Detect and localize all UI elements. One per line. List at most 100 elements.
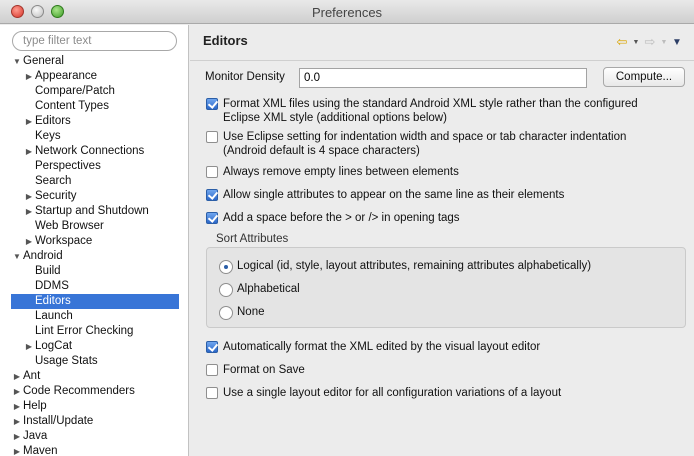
tree-item[interactable]: ▶ Network Connections [11,144,179,159]
preferences-sidebar: ▼General▶AppearanceCompare/PatchContent … [0,25,189,456]
forward-arrow-icon[interactable]: ⇨ [642,34,658,50]
compute-button[interactable]: Compute... [603,67,685,87]
tree-item[interactable]: ▶ Code Recommenders [11,384,179,399]
tree-item[interactable]: Launch [11,309,179,324]
option-label: Always remove empty lines between elemen… [223,166,459,178]
view-menu-icon[interactable]: ▼ [670,37,684,48]
forward-history-caret-icon[interactable]: ▼ [660,39,668,46]
tree-item[interactable]: ▶ LogCat [11,339,179,354]
tree-item[interactable]: ▶ Editors [11,114,179,129]
checkbox[interactable] [206,212,218,224]
tree-item-label: General [23,55,64,67]
filter-input[interactable] [12,31,177,51]
checkbox[interactable] [206,98,218,110]
checkbox[interactable] [206,131,218,143]
monitor-density-input[interactable] [299,68,587,88]
collapsed-arrow-icon[interactable]: ▶ [24,204,34,219]
radio-button[interactable] [219,306,233,320]
tree-item[interactable]: Keys [11,129,179,144]
tree-item[interactable]: Usage Stats [11,354,179,369]
tree-item[interactable]: Editors [11,294,179,309]
collapsed-arrow-icon[interactable]: ▶ [12,414,22,429]
tree-item[interactable]: ▶ Install/Update [11,414,179,429]
navigation-toolbar: ⇦ ▼ ⇨ ▼ ▼ [614,34,684,50]
header-divider [190,60,694,61]
collapsed-arrow-icon[interactable]: ▶ [24,234,34,249]
tree-item-label: DDMS [35,280,69,292]
tree-item-label: Content Types [35,100,109,112]
tree-item-label: Usage Stats [35,355,98,367]
tree-item[interactable]: ▶ Ant [11,369,179,384]
tree-item[interactable]: ▶ Security [11,189,179,204]
checkbox[interactable] [206,364,218,376]
sort-attributes-group: Logical (id, style, layout attributes, r… [206,247,686,328]
tree-item-label: Security [35,190,77,202]
option-label: Format on Save [223,364,305,376]
tree-item-label: Startup and Shutdown [35,205,149,217]
tree-item-label: Compare/Patch [35,85,115,97]
collapsed-arrow-icon[interactable]: ▶ [24,339,34,354]
tree-item[interactable]: ▶ Java [11,429,179,444]
tree-item[interactable]: Lint Error Checking [11,324,179,339]
tree-item[interactable]: Compare/Patch [11,84,179,99]
collapsed-arrow-icon[interactable]: ▶ [24,69,34,84]
tree-item[interactable]: ▶ Startup and Shutdown [11,204,179,219]
radio-label: Logical (id, style, layout attributes, r… [237,260,592,272]
checkbox[interactable] [206,341,218,353]
tree-item-label: Code Recommenders [23,385,135,397]
tree-item-label: Search [35,175,72,187]
window-title: Preferences [311,5,383,20]
preferences-tree: ▼ General ▶ Appearance Compare/Patch Content … [11,54,179,456]
tree-item-label: Build [35,265,61,277]
tree-item[interactable]: ▶ Help [11,399,179,414]
tree-item-label: Keys [35,130,61,142]
tree-item[interactable]: ▼ General [11,54,179,69]
tree-item-label: Network Connections [35,145,145,157]
checkbox[interactable] [206,387,218,399]
tree-item-label: Help [23,400,47,412]
tree-item[interactable]: ▶ Appearance [11,69,179,84]
tree-item-label: Workspace [35,235,93,247]
back-history-caret-icon[interactable]: ▼ [632,39,640,46]
tree-item[interactable]: Content Types [11,99,179,114]
radio-label: Alphabetical [237,283,300,295]
tree-item-label: Editors [35,295,71,307]
collapsed-arrow-icon[interactable]: ▶ [12,369,22,384]
collapsed-arrow-icon[interactable]: ▶ [12,444,22,456]
collapsed-arrow-icon[interactable]: ▶ [12,429,22,444]
option-label: Automatically format the XML edited by t… [223,341,541,353]
expanded-arrow-icon[interactable]: ▼ [12,249,22,264]
option-label: Allow single attributes to appear on the… [223,189,565,201]
collapsed-arrow-icon[interactable]: ▶ [12,384,22,399]
option-label: Add a space before the > or /> in openin… [223,212,460,224]
tree-item[interactable]: ▶ Workspace [11,234,179,249]
tree-item[interactable]: Perspectives [11,159,179,174]
collapsed-arrow-icon[interactable]: ▶ [12,399,22,414]
tree-item-label: Install/Update [23,415,94,427]
tree-item[interactable]: ▶ Maven [11,444,179,456]
tree-item-label: Web Browser [35,220,104,232]
radio-button[interactable] [219,260,233,274]
tree-item[interactable]: Build [11,264,179,279]
tree-item[interactable]: ▼ Android [11,249,179,264]
tree-item[interactable]: DDMS [11,279,179,294]
tree-item-label: Launch [35,310,73,322]
checkbox[interactable] [206,166,218,178]
checkbox[interactable] [206,189,218,201]
radio-button[interactable] [219,283,233,297]
collapsed-arrow-icon[interactable]: ▶ [24,144,34,159]
tree-item-label: Maven [23,445,58,456]
tree-item-label: Ant [23,370,41,382]
tree-item-label: Android [23,250,63,262]
collapsed-arrow-icon[interactable]: ▶ [24,189,34,204]
tree-item-label: Lint Error Checking [35,325,134,337]
back-arrow-icon[interactable]: ⇦ [614,34,630,50]
monitor-density-label: Monitor Density [205,71,285,83]
tree-item-label: Java [23,430,48,442]
radio-label: None [237,306,265,318]
tree-item[interactable]: Search [11,174,179,189]
tree-item-label: Perspectives [35,160,101,172]
expanded-arrow-icon[interactable]: ▼ [12,54,22,69]
collapsed-arrow-icon[interactable]: ▶ [24,114,34,129]
tree-item[interactable]: Web Browser [11,219,179,234]
